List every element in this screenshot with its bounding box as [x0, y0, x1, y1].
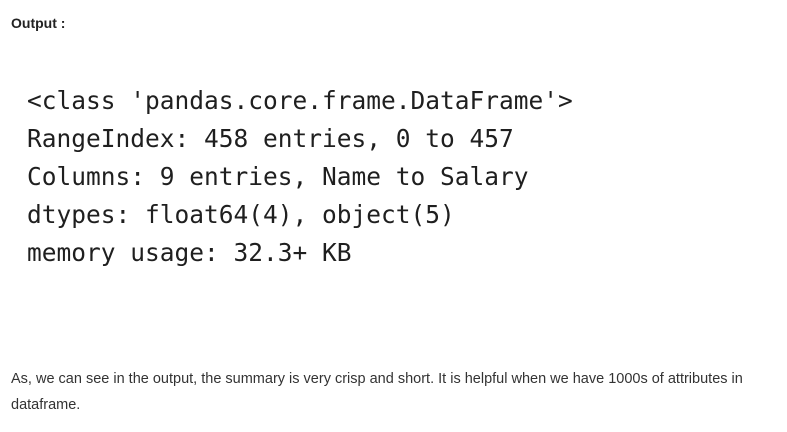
code-line: memory usage: 32.3+ KB [27, 238, 352, 267]
code-line: <class 'pandas.core.frame.DataFrame'> [27, 86, 573, 115]
code-line: dtypes: float64(4), object(5) [27, 200, 455, 229]
code-output-block: <class 'pandas.core.frame.DataFrame'> Ra… [27, 82, 573, 272]
code-line: Columns: 9 entries, Name to Salary [27, 162, 529, 191]
output-label: Output : [11, 15, 66, 31]
code-line: RangeIndex: 458 entries, 0 to 457 [27, 124, 514, 153]
explanation-paragraph: As, we can see in the output, the summar… [11, 371, 743, 413]
